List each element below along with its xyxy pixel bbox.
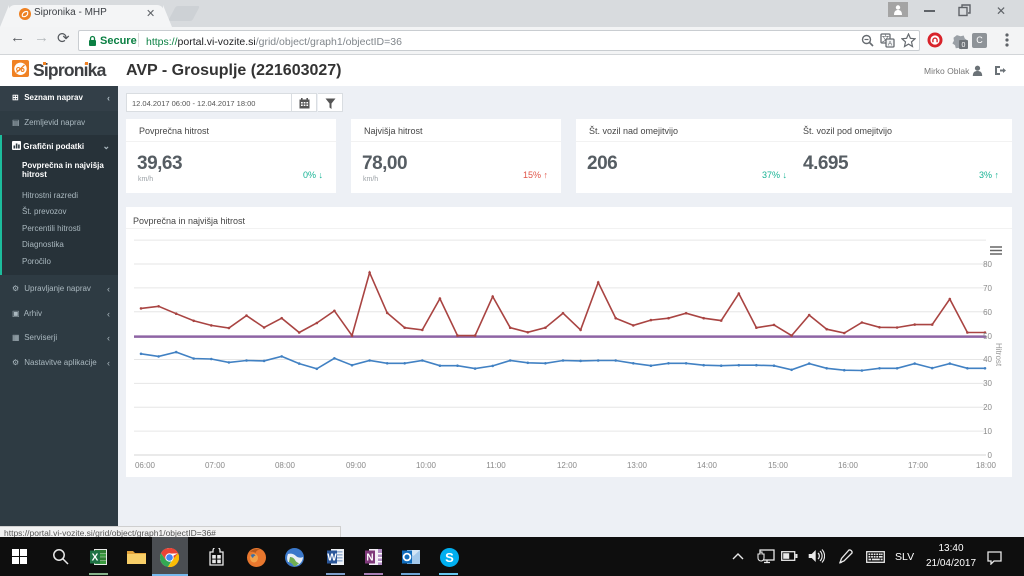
svg-text:09:00: 09:00: [346, 461, 367, 470]
svg-text:18:00: 18:00: [976, 461, 997, 470]
svg-text:0: 0: [962, 42, 966, 49]
svg-text:20: 20: [983, 403, 992, 412]
svg-text:30: 30: [983, 379, 992, 388]
svg-text:13:00: 13:00: [627, 461, 648, 470]
svg-text:40: 40: [983, 355, 992, 364]
svg-text:70: 70: [983, 284, 992, 293]
svg-text:08:00: 08:00: [275, 461, 296, 470]
svg-text:S: S: [445, 550, 454, 565]
svg-text:X: X: [92, 553, 99, 564]
svg-text:17:00: 17:00: [908, 461, 929, 470]
svg-text:50: 50: [983, 332, 992, 341]
svg-text:15:00: 15:00: [768, 461, 789, 470]
svg-text:10:00: 10:00: [416, 461, 437, 470]
svg-text:16:00: 16:00: [838, 461, 859, 470]
svg-text:60: 60: [983, 308, 992, 317]
svg-text:10: 10: [983, 427, 992, 436]
svg-text:80: 80: [983, 260, 992, 269]
svg-text:12:00: 12:00: [557, 461, 578, 470]
svg-text:14:00: 14:00: [697, 461, 718, 470]
svg-text:0: 0: [988, 451, 993, 460]
svg-text:W: W: [327, 553, 337, 564]
svg-text:A: A: [888, 41, 893, 48]
svg-text:11:00: 11:00: [486, 461, 506, 470]
svg-text:N: N: [366, 553, 373, 564]
svg-text:Hitrost: Hitrost: [994, 343, 1003, 367]
svg-text:07:00: 07:00: [205, 461, 226, 470]
svg-text:06:00: 06:00: [135, 461, 156, 470]
